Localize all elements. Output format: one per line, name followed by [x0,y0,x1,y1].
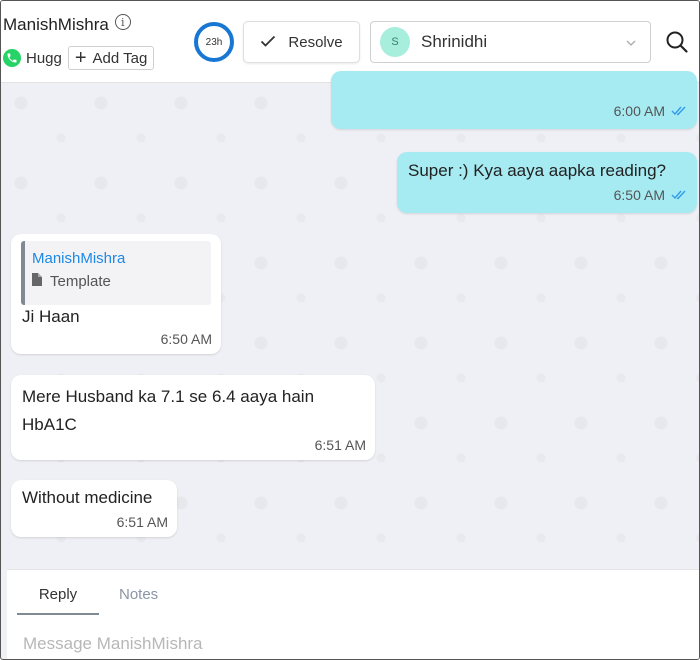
message-text: Without medicine [22,488,153,507]
message-time-text: 6:00 AM [613,103,665,119]
message-time-text: 6:50 AM [613,187,665,203]
resolve-button[interactable]: Resolve [243,21,360,63]
search-icon[interactable] [665,30,689,59]
message-incoming[interactable]: Mere Husband ka 7.1 se 6.4 aaya hain HbA… [11,375,375,460]
assignee-select[interactable]: S Shrinidhi [370,21,651,63]
resolve-label: Resolve [288,33,343,51]
quoted-message[interactable]: ManishMishra Template [21,241,211,305]
message-text: Mere Husband ka 7.1 se 6.4 aaya hain HbA… [22,387,315,434]
document-icon [32,273,42,290]
sla-timer-value: 23h [205,36,223,48]
message-time: 6:51 AM [116,514,168,530]
message-text: Ji Haan [22,307,80,326]
check-icon [260,34,276,51]
conversation-panel: ManishMishra i Hugg + Add Tag 23h Resolv… [0,0,700,660]
tab-notes[interactable]: Notes [119,586,158,613]
contact-name[interactable]: ManishMishra i [3,14,131,35]
message-time: 6:50 AM [614,187,687,203]
chevron-down-icon [626,33,636,51]
channel-row: Hugg + Add Tag [3,46,155,70]
channel-label: Hugg [26,49,62,67]
quoted-type-text: Template [50,273,111,290]
message-incoming[interactable]: Without medicine 6:51 AM [11,480,177,537]
message-time: 6:50 AM [160,331,212,347]
message-text: Super :) Kya aaya aapka reading? [408,161,667,180]
add-tag-button[interactable]: + Add Tag [67,46,155,70]
sla-timer: 23h [194,22,234,62]
whatsapp-icon [3,49,21,67]
quoted-type: Template [32,273,111,290]
message-outgoing[interactable]: 6:00 AM [331,71,697,129]
assignee-name: Shrinidhi [421,32,488,51]
message-time: 6:51 AM [314,437,366,453]
add-tag-label: Add Tag [92,49,148,67]
message-incoming[interactable]: ManishMishra Template Ji Haan 6:50 AM [11,234,221,354]
plus-icon: + [74,47,87,69]
message-composer: Reply Notes [7,569,699,659]
double-check-icon [671,103,687,119]
message-outgoing[interactable]: Super :) Kya aaya aapka reading? 6:50 AM [397,152,697,213]
quoted-author: ManishMishra [32,250,126,267]
message-input[interactable] [23,632,683,656]
message-list[interactable]: 6:00 AM Super :) Kya aaya aapka reading?… [1,71,699,569]
contact-name-text: ManishMishra [3,15,109,34]
double-check-icon [671,187,687,203]
message-time: 6:00 AM [614,103,687,119]
info-icon[interactable]: i [114,14,131,30]
tab-reply[interactable]: Reply [17,586,99,615]
assignee-avatar: S [380,27,410,57]
